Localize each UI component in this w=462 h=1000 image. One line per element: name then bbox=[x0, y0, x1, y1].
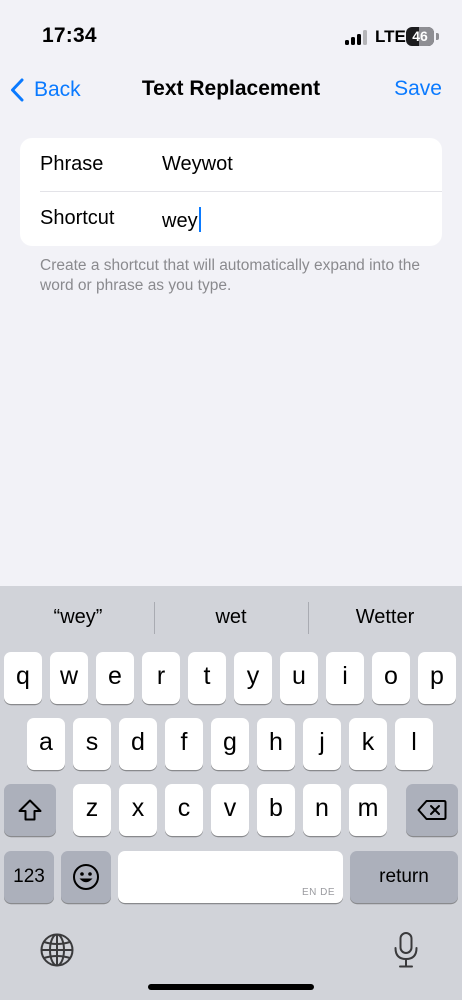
key-z[interactable]: z bbox=[73, 784, 111, 836]
key-w[interactable]: w bbox=[50, 652, 88, 704]
key-k[interactable]: k bbox=[349, 718, 387, 770]
page-title: Text Replacement bbox=[141, 77, 321, 100]
phrase-label: Phrase bbox=[40, 153, 104, 175]
key-r[interactable]: r bbox=[142, 652, 180, 704]
delete-key[interactable] bbox=[406, 784, 458, 836]
numbers-key[interactable]: 123 bbox=[4, 851, 54, 903]
key-y[interactable]: y bbox=[234, 652, 272, 704]
suggestion-item[interactable]: Wetter bbox=[309, 606, 461, 629]
key-s[interactable]: s bbox=[73, 718, 111, 770]
battery-level: 46 bbox=[412, 28, 428, 44]
emoji-key[interactable] bbox=[61, 851, 111, 903]
key-h[interactable]: h bbox=[257, 718, 295, 770]
globe-button[interactable] bbox=[37, 930, 77, 975]
dictation-button[interactable] bbox=[390, 930, 422, 975]
key-l[interactable]: l bbox=[395, 718, 433, 770]
key-e[interactable]: e bbox=[96, 652, 134, 704]
battery-icon: 46 bbox=[406, 27, 434, 46]
key-n[interactable]: n bbox=[303, 784, 341, 836]
key-u[interactable]: u bbox=[280, 652, 318, 704]
save-button[interactable]: Save bbox=[394, 77, 442, 101]
key-x[interactable]: x bbox=[119, 784, 157, 836]
space-bar[interactable]: EN DE bbox=[118, 851, 343, 903]
key-b[interactable]: b bbox=[257, 784, 295, 836]
emoji-icon bbox=[73, 864, 99, 890]
key-v[interactable]: v bbox=[211, 784, 249, 836]
cellular-signal-icon bbox=[345, 30, 369, 45]
suggestion-item[interactable]: wet bbox=[155, 606, 307, 629]
text-cursor bbox=[198, 207, 202, 232]
key-c[interactable]: c bbox=[165, 784, 203, 836]
keyboard: “wey” wet Wetter q w e r t y u i o p a s… bbox=[0, 586, 462, 1000]
key-t[interactable]: t bbox=[188, 652, 226, 704]
key-q[interactable]: q bbox=[4, 652, 42, 704]
key-d[interactable]: d bbox=[119, 718, 157, 770]
network-type: LTE bbox=[375, 27, 406, 46]
globe-icon bbox=[40, 933, 74, 967]
microphone-icon bbox=[394, 932, 418, 968]
status-time: 17:34 bbox=[42, 24, 97, 47]
home-indicator bbox=[148, 984, 314, 990]
key-a[interactable]: a bbox=[27, 718, 65, 770]
phrase-field[interactable]: Weywot bbox=[162, 153, 422, 179]
suggestion-item[interactable]: “wey” bbox=[2, 606, 154, 629]
phrase-row: Phrase Weywot bbox=[20, 138, 442, 192]
shortcut-value: wey bbox=[162, 210, 198, 232]
keyboard-languages: EN DE bbox=[301, 887, 335, 898]
return-key[interactable]: return bbox=[350, 851, 458, 903]
shift-icon bbox=[18, 799, 42, 821]
key-p[interactable]: p bbox=[418, 652, 456, 704]
backspace-icon bbox=[417, 800, 447, 820]
shortcut-row: Shortcut wey bbox=[20, 192, 442, 246]
key-m[interactable]: m bbox=[349, 784, 387, 836]
phrase-value: Weywot bbox=[162, 153, 233, 175]
key-g[interactable]: g bbox=[211, 718, 249, 770]
battery-tip bbox=[436, 33, 439, 40]
key-f[interactable]: f bbox=[165, 718, 203, 770]
key-o[interactable]: o bbox=[372, 652, 410, 704]
shortcut-description: Create a shortcut that will automaticall… bbox=[40, 257, 420, 294]
shortcut-field[interactable]: wey bbox=[162, 207, 422, 233]
key-i[interactable]: i bbox=[326, 652, 364, 704]
text-replacement-form: Phrase Weywot Shortcut wey bbox=[20, 138, 442, 246]
shortcut-label: Shortcut bbox=[40, 207, 115, 229]
shift-key[interactable] bbox=[4, 784, 56, 836]
key-j[interactable]: j bbox=[303, 718, 341, 770]
status-bar: 17:34 LTE 46 bbox=[0, 0, 462, 64]
